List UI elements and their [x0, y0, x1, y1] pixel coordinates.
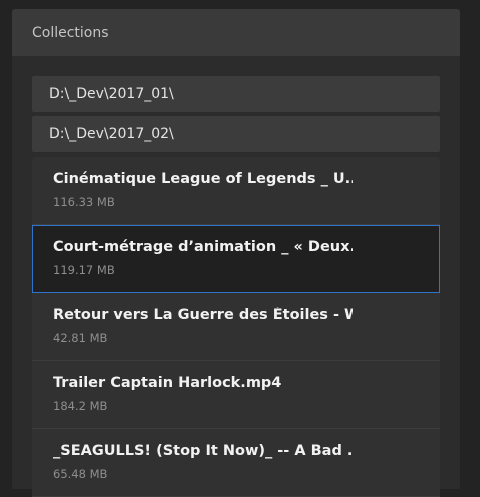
panel-title: Collections [32, 24, 109, 41]
file-size: 184.2 MB [53, 399, 108, 413]
file-list[interactable]: Cinématique League of Legends _ U... 116… [32, 157, 440, 497]
file-size: 65.48 MB [53, 467, 108, 481]
file-size: 116.33 MB [53, 195, 115, 209]
file-item-selected[interactable]: Court-métrage d’animation _ « Deux... 11… [32, 225, 440, 293]
collections-panel: Collections D:\_Dev\2017_01\ D:\_Dev\201… [12, 9, 460, 497]
file-size: 119.17 MB [53, 263, 115, 277]
file-name: _SEAGULLS! (Stop It Now)_ -- A Bad ... [53, 443, 353, 459]
file-item[interactable]: _SEAGULLS! (Stop It Now)_ -- A Bad ... 6… [32, 429, 440, 497]
file-name: Retour vers La Guerre des Étoiles - W... [53, 307, 353, 323]
file-item[interactable]: Cinématique League of Legends _ U... 116… [32, 157, 440, 225]
collection-path-label: D:\_Dev\2017_02\ [49, 126, 174, 142]
file-name: Cinématique League of Legends _ U... [53, 171, 353, 187]
file-name: Court-métrage d’animation _ « Deux... [53, 239, 353, 255]
collection-path-label: D:\_Dev\2017_01\ [49, 86, 174, 102]
file-size: 42.81 MB [53, 331, 108, 345]
file-item[interactable]: Retour vers La Guerre des Étoiles - W...… [32, 293, 440, 361]
file-name: Trailer Captain Harlock.mp4 [53, 375, 282, 391]
collection-path-1[interactable]: D:\_Dev\2017_01\ [32, 76, 440, 112]
file-item[interactable]: Trailer Captain Harlock.mp4 184.2 MB [32, 361, 440, 429]
panel-header: Collections [12, 9, 460, 56]
collection-path-2[interactable]: D:\_Dev\2017_02\ [32, 116, 440, 152]
